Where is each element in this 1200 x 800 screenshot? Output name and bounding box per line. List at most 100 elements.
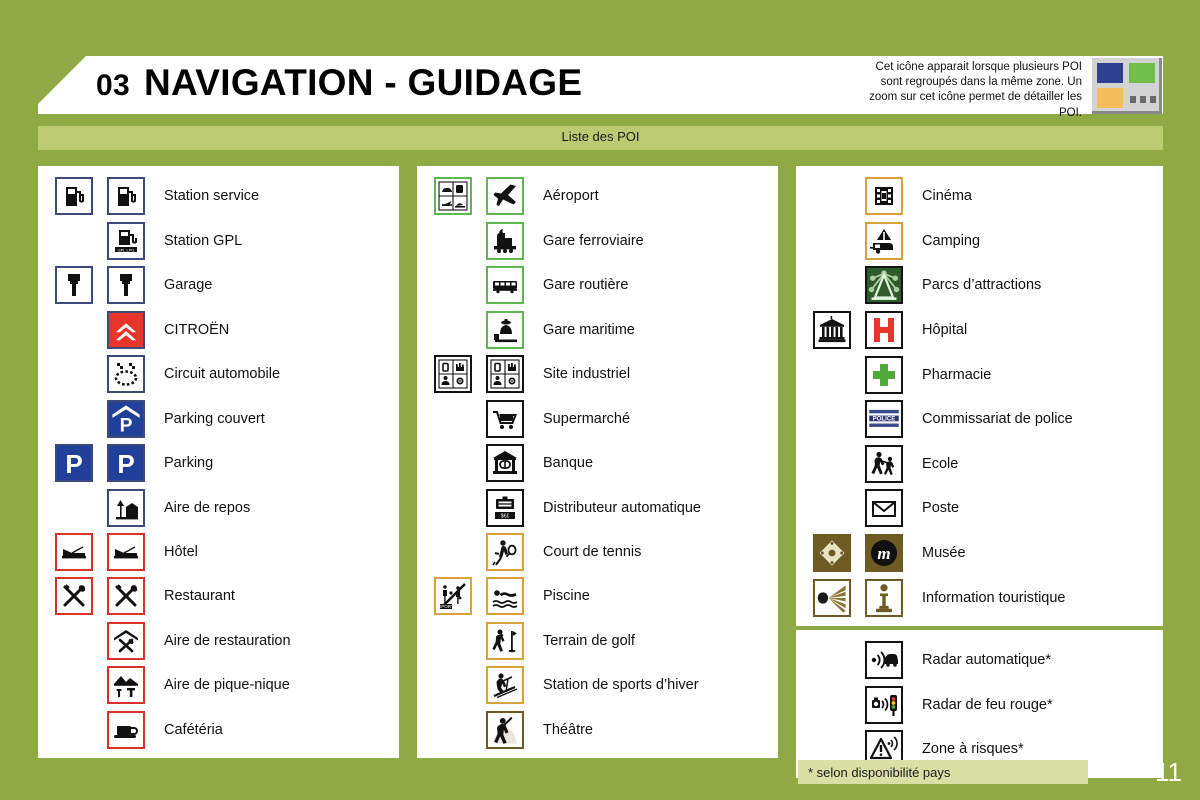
poi-label: Information touristique (922, 589, 1066, 606)
lpg-pump-icon: GPL LPG (107, 221, 145, 260)
poi-row[interactable]: Aire de repos (38, 485, 399, 529)
poi-row[interactable]: Aéroport (417, 174, 778, 218)
footnote-bar: * selon disponibilité pays (798, 760, 1088, 784)
airplane-icon (486, 177, 525, 216)
poi-row[interactable]: Court de tennis (417, 530, 778, 574)
poi-row[interactable]: P Parking couvert (38, 396, 399, 440)
poi-row[interactable]: Aire de pique-nique (38, 663, 399, 707)
poi-row[interactable]: Parcs d’attractions (796, 263, 1163, 308)
bed-icon (55, 532, 93, 571)
poi-label: CITROËN (164, 321, 230, 338)
poi-row[interactable]: Circuit automobile (38, 352, 399, 396)
tourist-burst-icon (813, 578, 852, 617)
note-square-orange (1097, 88, 1123, 108)
poi-column-3: Cinéma Camping Parcs d’attractions Hôpital P… (796, 166, 1164, 778)
poi-row[interactable]: Gare ferroviaire (417, 218, 778, 262)
poi-row[interactable]: Aire de restauration (38, 619, 399, 663)
poi-label: Camping (922, 232, 981, 249)
note-dots-icon (1130, 96, 1156, 103)
poi-row[interactable]: SPORT Piscine (417, 574, 778, 618)
poi-row[interactable]: Garage (38, 263, 399, 307)
poi-icon-slot (100, 532, 152, 571)
poi-column-3-main: Cinéma Camping Parcs d’attractions Hôpital P… (796, 166, 1164, 626)
poi-row[interactable]: $€£ Distributeur automatique (417, 485, 778, 529)
section-subtitle: Liste des POI (561, 129, 640, 144)
poi-row[interactable]: m Musée (796, 531, 1163, 576)
grouped-poi-note: Cet icône apparait lorsque plusieurs POI… (852, 58, 1162, 120)
poi-icon-slot (479, 355, 531, 394)
poi-row[interactable]: Radar de feu rouge* (796, 683, 1163, 728)
film-reel-icon (865, 177, 904, 216)
golf-icon (486, 621, 525, 660)
poi-row[interactable]: Station de sports d’hiver (417, 663, 778, 707)
bed-icon (107, 532, 145, 571)
citroen-logo-icon (107, 310, 145, 349)
poi-group-icon-slot (427, 355, 479, 394)
poi-row[interactable]: Restaurant (38, 574, 399, 618)
poi-label: Parking (164, 455, 214, 472)
police-icon: POLICE (865, 400, 904, 439)
poi-label: Poste (922, 500, 960, 517)
poi-row[interactable]: Gare routière (417, 263, 778, 307)
poi-row[interactable]: Hôtel (38, 530, 399, 574)
poi-row[interactable]: Cinéma (796, 174, 1163, 219)
poi-row[interactable]: GPL LPG Station GPL (38, 218, 399, 262)
poi-label: Radar automatique* (922, 652, 1052, 669)
wrench-icon (107, 266, 145, 305)
poi-label: Terrain de golf (543, 632, 635, 649)
poi-row[interactable]: Hôpital (796, 308, 1163, 353)
transport-group-icon (434, 177, 473, 216)
poi-row[interactable]: Ecole (796, 442, 1163, 487)
svg-text:GPL LPG: GPL LPG (118, 247, 135, 252)
poi-icon-slot (479, 177, 531, 216)
cutlery-icon (55, 577, 93, 616)
poi-icon-slot (858, 685, 910, 724)
svg-text:SPORT: SPORT (438, 604, 454, 609)
grouped-poi-note-text: Cet icône apparait lorsque plusieurs POI… (869, 61, 1082, 119)
poi-row[interactable]: Radar automatique* (796, 638, 1163, 683)
poi-label: Théâtre (543, 721, 593, 738)
poi-label: Gare ferroviaire (543, 232, 644, 249)
poi-icon-slot (100, 577, 152, 616)
poi-label: Banque (543, 455, 594, 472)
poi-icon-slot (858, 444, 910, 483)
poi-icon-slot (479, 666, 531, 705)
poi-row[interactable]: Supermarché (417, 396, 778, 440)
chapter-number: 03 (96, 69, 130, 102)
poi-row[interactable]: Terrain de golf (417, 619, 778, 663)
section-subbar: Liste des POI (38, 126, 1163, 150)
poi-icon-slot: $€£ (479, 488, 531, 527)
poi-row[interactable]: Site industriel (417, 352, 778, 396)
tennis-icon (486, 532, 525, 571)
poi-row[interactable]: Pharmacie (796, 352, 1163, 397)
svg-text:P: P (65, 449, 82, 479)
poi-row[interactable]: Camping (796, 219, 1163, 264)
poi-row[interactable]: Gare maritime (417, 307, 778, 351)
poi-icon-slot (858, 221, 910, 260)
poi-row[interactable]: Station service (38, 174, 399, 218)
poi-row[interactable]: Cafétéria (38, 708, 399, 752)
poi-row[interactable]: Information touristique (796, 575, 1163, 620)
race-track-icon (107, 355, 145, 394)
grouped-poi-icon (1092, 58, 1162, 114)
poi-row[interactable]: POLICE Commissariat de police (796, 397, 1163, 442)
poi-group-icon-slot (427, 177, 479, 216)
svg-text:m: m (877, 544, 890, 563)
poi-label: Court de tennis (543, 543, 642, 560)
shopping-cart-icon (486, 399, 525, 438)
poi-icon-slot (479, 577, 531, 616)
poi-label: Aire de pique-nique (164, 677, 290, 694)
hospital-h-icon (865, 311, 904, 350)
poi-icon-slot (100, 310, 152, 349)
poi-row[interactable]: Banque (417, 441, 778, 485)
poi-icon-slot (858, 641, 910, 680)
ferry-icon (486, 310, 525, 349)
poi-label: Circuit automobile (164, 366, 281, 383)
poi-row[interactable]: Poste (796, 486, 1163, 531)
poi-row[interactable]: Théâtre (417, 708, 778, 752)
poi-label: Garage (164, 277, 213, 294)
poi-row[interactable]: P P Parking (38, 441, 399, 485)
atm-icon: $€£ (486, 488, 525, 527)
poi-row[interactable]: CITROËN (38, 307, 399, 351)
red-light-cam-icon (865, 685, 904, 724)
